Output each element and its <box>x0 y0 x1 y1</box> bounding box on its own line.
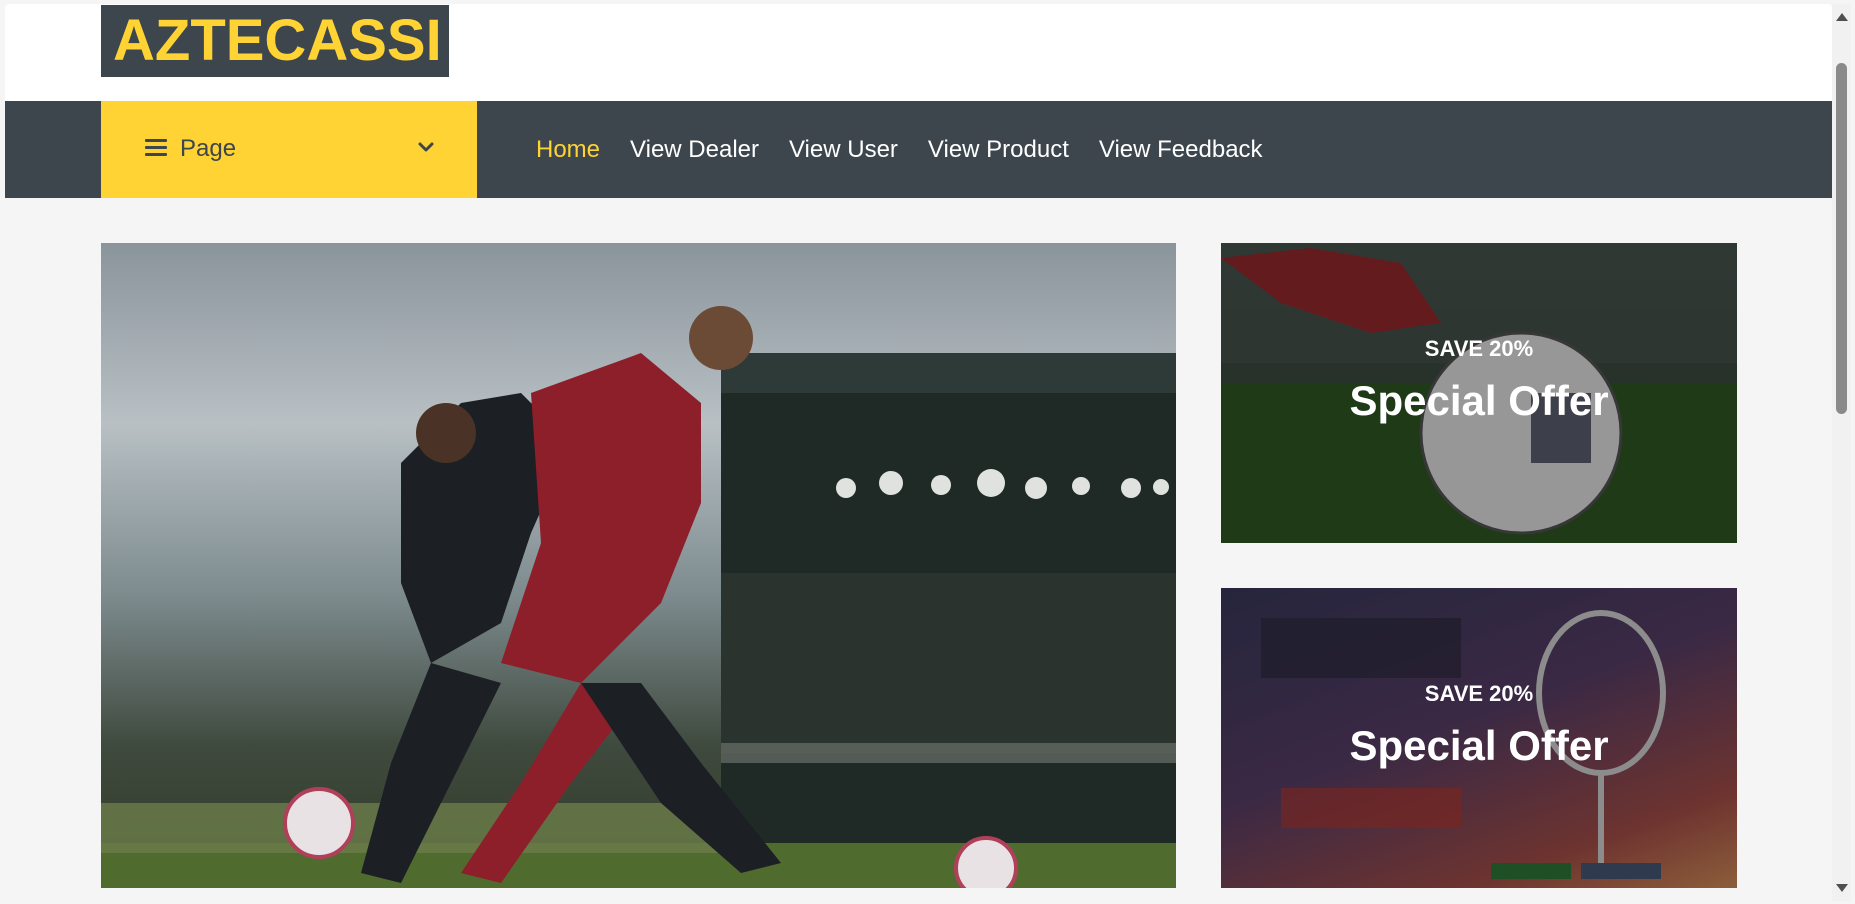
offer-card-2[interactable]: SAVE 20% Special Offer <box>1221 588 1737 888</box>
soccer-players-illustration <box>101 306 1176 888</box>
page-dropdown-label: Page <box>180 135 237 162</box>
brand-logo[interactable]: AZTECASSI <box>101 5 449 77</box>
nav-link-view-dealer[interactable]: View Dealer <box>630 136 759 164</box>
scrollbar-thumb[interactable] <box>1836 63 1847 414</box>
top-header: AZTECASSI <box>5 4 1832 101</box>
main-navbar: Page Home View Dealer View User View Pro… <box>5 101 1832 198</box>
scroll-up-arrow-icon[interactable] <box>1836 13 1848 21</box>
nav-link-view-user[interactable]: View User <box>789 136 898 164</box>
vertical-scrollbar[interactable] <box>1832 4 1851 901</box>
nav-link-view-product[interactable]: View Product <box>928 136 1069 164</box>
offer-title: Special Offer <box>1349 377 1609 424</box>
offer-discount: SAVE 20% <box>1424 336 1534 361</box>
nav-link-home[interactable]: Home <box>536 136 600 164</box>
offer-title: Special Offer <box>1349 722 1609 769</box>
nav-links: Home View Dealer View User View Product … <box>536 101 1293 198</box>
page-dropdown-button[interactable]: Page <box>101 101 477 198</box>
hero-carousel-image[interactable] <box>101 243 1176 888</box>
browser-viewport: AZTECASSI Page Home View Dealer View Use… <box>5 4 1832 901</box>
offer-discount: SAVE 20% <box>1424 681 1534 706</box>
offer-card-1[interactable]: SAVE 20% Special Offer <box>1221 243 1737 543</box>
nav-link-view-feedback[interactable]: View Feedback <box>1099 136 1263 164</box>
chevron-down-icon <box>418 142 434 152</box>
hamburger-menu-icon <box>145 139 167 157</box>
scroll-down-arrow-icon[interactable] <box>1836 884 1848 892</box>
